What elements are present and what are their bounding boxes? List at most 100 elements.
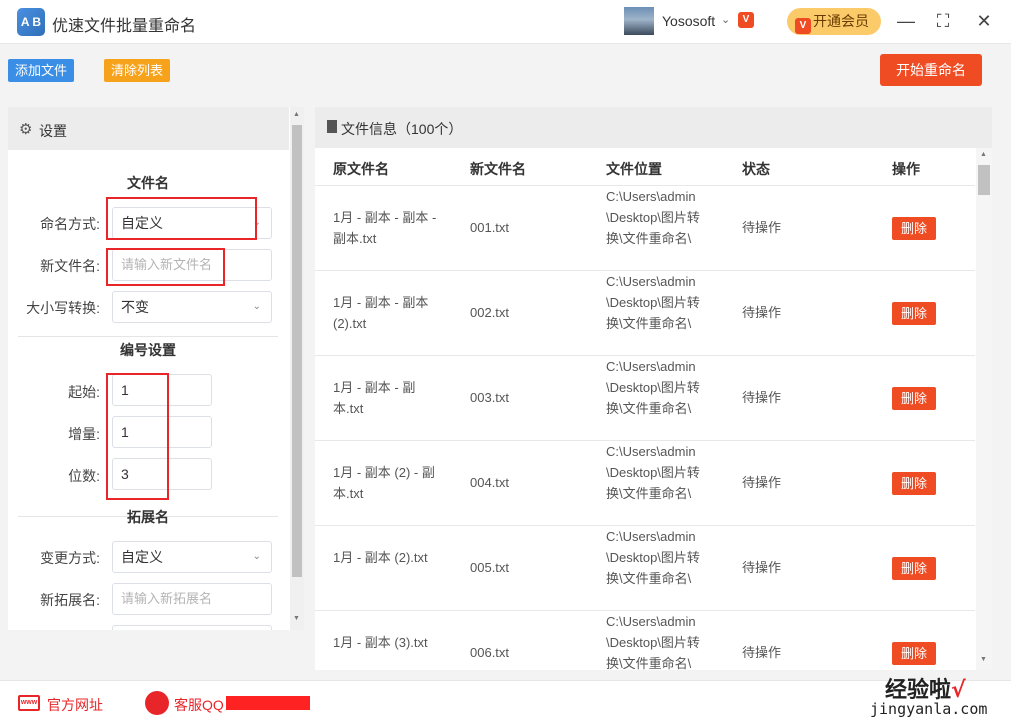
new-name-cell: 001.txt	[470, 220, 510, 235]
gear-icon: ⚙	[19, 121, 33, 138]
status-cell: 待操作	[742, 560, 782, 575]
website-icon: www	[18, 695, 40, 711]
status-cell: 待操作	[742, 475, 782, 490]
delete-button[interactable]: 删除	[892, 557, 936, 580]
orig-name-cell: 1月 - 副本 (2).txt	[333, 550, 428, 565]
chevron-down-icon: ⌄	[252, 551, 261, 562]
document-icon	[327, 120, 337, 133]
redacted-qq-number	[226, 696, 310, 710]
website-link[interactable]: 官方网址	[47, 695, 103, 715]
start-label: 起始:	[68, 384, 100, 400]
app-title: 优速文件批量重命名	[52, 18, 197, 35]
scroll-thumb[interactable]	[292, 125, 302, 577]
delete-button[interactable]: 删除	[892, 302, 936, 325]
vip-badge-icon: V	[738, 12, 754, 28]
table-row: 1月 - 副本 (3).txt 006.txt C:\Users\admin\D…	[315, 611, 975, 670]
clear-list-button[interactable]: 清除列表	[104, 59, 171, 82]
ext-mode-select[interactable]: 自定义 ⌄	[112, 541, 272, 573]
customer-service-icon	[145, 691, 169, 715]
orig-name-cell: 1月 - 副本 - 副本 - 副本.txt	[333, 210, 437, 246]
location-cell: C:\Users\admin\Desktop\图片转换\文件重命名\	[606, 189, 700, 246]
table-row: 1月 - 副本 (2) - 副本.txt 004.txt C:\Users\ad…	[315, 441, 975, 526]
case-label: 大小写转换:	[26, 300, 100, 316]
ext-mode-label: 变更方式:	[40, 550, 100, 566]
new-name-cell: 004.txt	[470, 475, 510, 490]
maximize-button[interactable]: ⛶	[932, 10, 954, 32]
qq-support-link[interactable]: 客服QQ	[174, 695, 224, 715]
delete-button[interactable]: 删除	[892, 472, 936, 495]
filename-section-title: 文件名	[127, 175, 169, 191]
delete-button[interactable]: 删除	[892, 642, 936, 665]
file-list-panel: 文件信息（100个） 原文件名 新文件名 文件位置 状态 操作 1月 - 副本 …	[315, 107, 992, 670]
column-header-status: 状态	[742, 161, 770, 177]
table-row: 1月 - 副本 - 副本 - 副本.txt 001.txt C:\Users\a…	[315, 186, 975, 271]
file-list-title: 文件信息（100个）	[341, 121, 463, 137]
new-name-cell: 005.txt	[470, 560, 510, 575]
chevron-down-icon: ⌄	[252, 301, 261, 312]
table-row: 1月 - 副本 - 副本.txt 003.txt C:\Users\admin\…	[315, 356, 975, 441]
new-ext-label: 新拓展名:	[40, 592, 100, 608]
footer: www 官方网址 客服QQ	[0, 680, 1011, 724]
user-avatar[interactable]	[624, 7, 654, 35]
orig-name-cell: 1月 - 副本 (3).txt	[333, 635, 428, 650]
case-select[interactable]: 不变 ⌄	[112, 291, 272, 323]
step-label: 增量:	[68, 426, 100, 442]
status-cell: 待操作	[742, 305, 782, 320]
scroll-up-icon[interactable]: ▲	[980, 151, 987, 158]
location-cell: C:\Users\admin\Desktop\图片转换\文件重命名\	[606, 444, 700, 501]
status-cell: 待操作	[742, 390, 782, 405]
start-rename-button[interactable]: 开始重命名	[880, 54, 982, 86]
new-filename-label: 新文件名:	[40, 258, 100, 274]
column-header-new: 新文件名	[470, 161, 526, 177]
highlight-box	[106, 373, 169, 500]
location-cell: C:\Users\admin\Desktop\图片转换\文件重命名\	[606, 359, 700, 416]
chevron-down-icon[interactable]: ⌄	[721, 13, 730, 26]
location-cell: C:\Users\admin\Desktop\图片转换\文件重命名\	[606, 529, 700, 586]
highlight-box	[106, 248, 225, 286]
scroll-down-icon[interactable]: ▼	[980, 656, 987, 663]
orig-name-cell: 1月 - 副本 - 副本.txt	[333, 380, 416, 416]
number-section-title: 编号设置	[120, 342, 176, 358]
divider	[18, 336, 278, 337]
new-ext-input[interactable]: 请输入新拓展名	[112, 583, 272, 615]
delete-button[interactable]: 删除	[892, 217, 936, 240]
settings-title: 设置	[39, 123, 67, 139]
orig-name-cell: 1月 - 副本 (2) - 副本.txt	[333, 465, 435, 501]
case-value: 不变	[121, 299, 149, 315]
column-header-action: 操作	[892, 161, 920, 177]
scroll-up-icon[interactable]: ▲	[293, 111, 300, 118]
app-logo-icon: A B	[17, 8, 45, 36]
user-name[interactable]: Yososoft	[662, 13, 715, 29]
minimize-button[interactable]: —	[895, 10, 917, 32]
new-name-cell: 002.txt	[470, 305, 510, 320]
vip-button-label: 开通会员	[813, 13, 869, 29]
add-file-button[interactable]: 添加文件	[8, 59, 75, 82]
orig-name-cell: 1月 - 副本 - 副本 (2).txt	[333, 295, 429, 331]
vip-icon: V	[795, 18, 811, 34]
column-header-location: 文件位置	[606, 161, 662, 177]
file-list-header: 文件信息（100个）	[315, 107, 992, 148]
ext-mode-value: 自定义	[121, 549, 163, 565]
next-input[interactable]	[112, 625, 272, 630]
scroll-down-icon[interactable]: ▼	[293, 615, 300, 622]
watermark-url: jingyanla.com	[870, 700, 988, 718]
ext-section-title: 拓展名	[127, 509, 169, 525]
table-row: 1月 - 副本 - 副本 (2).txt 002.txt C:\Users\ad…	[315, 271, 975, 356]
delete-button[interactable]: 删除	[892, 387, 936, 410]
settings-scrollbar[interactable]: ▲ ▼	[290, 107, 304, 630]
new-name-cell: 003.txt	[470, 390, 510, 405]
file-list-scrollbar[interactable]: ▲ ▼	[976, 148, 992, 670]
naming-mode-label: 命名方式:	[40, 216, 100, 232]
table-row: 1月 - 副本 (2).txt 005.txt C:\Users\admin\D…	[315, 526, 975, 611]
status-cell: 待操作	[742, 645, 782, 660]
column-header-orig: 原文件名	[333, 161, 389, 177]
scroll-thumb[interactable]	[978, 165, 990, 195]
highlight-box	[106, 197, 257, 240]
status-cell: 待操作	[742, 220, 782, 235]
title-bar: A B 优速文件批量重命名 Yososoft ⌄ V V 开通会员 — ⛶ ✕	[0, 0, 1011, 44]
close-button[interactable]: ✕	[973, 10, 995, 32]
location-cell: C:\Users\admin\Desktop\图片转换\文件重命名\	[606, 614, 700, 670]
location-cell: C:\Users\admin\Desktop\图片转换\文件重命名\	[606, 274, 700, 331]
vip-button[interactable]: V 开通会员	[787, 8, 881, 35]
new-name-cell: 006.txt	[470, 645, 510, 660]
